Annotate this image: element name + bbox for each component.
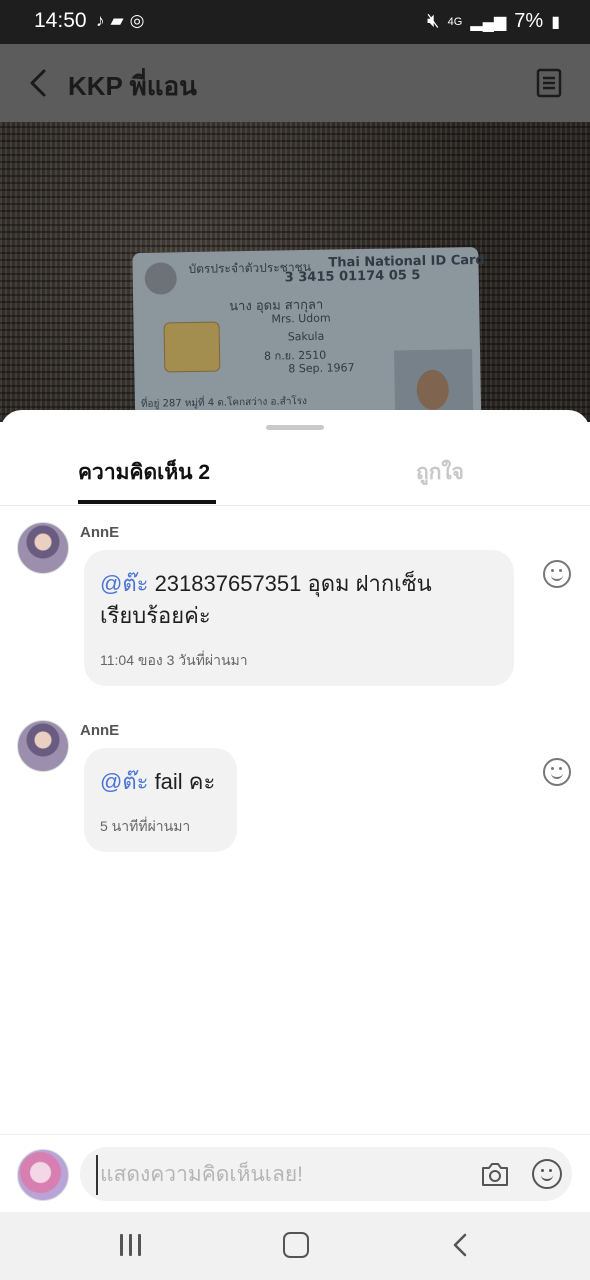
id-card-chip: [163, 321, 221, 373]
comment-item: AnnE @ต๊ะ 231837657351 อุดม ฝากเซ็น เรีย…: [0, 520, 590, 700]
battery-label: 7%: [514, 10, 544, 32]
back-arrow-icon[interactable]: [24, 66, 54, 100]
notes-icon[interactable]: [536, 68, 562, 98]
avatar[interactable]: [17, 720, 69, 772]
comment-text: @ต๊ะ 231837657351 อุดม ฝากเซ็น เรียบร้อย…: [100, 568, 432, 632]
avatar[interactable]: [17, 522, 69, 574]
comment-input[interactable]: [96, 1155, 462, 1195]
mention-link[interactable]: @ต๊ะ: [100, 571, 148, 596]
comment-composer: [0, 1134, 590, 1213]
id-card-dob-en: 8 Sep. 1967: [288, 361, 355, 376]
id-card-name-en: Mrs. Udom: [271, 311, 331, 326]
sheet-tabs: ความคิดเห็น 2 ถูกใจ: [0, 442, 590, 506]
active-tab-indicator: [78, 500, 216, 504]
comment-bubble: @ต๊ะ 231837657351 อุดม ฝากเซ็น เรียบร้อย…: [84, 550, 514, 686]
tiktok-icon: ♪: [96, 11, 105, 30]
chat-title: KKP พี่แอน: [68, 71, 197, 101]
system-nav-bar: [0, 1212, 590, 1280]
status-bar: 14:50 ♪ ▰ ◎ 🔇︎ 4G ▂▄▆ 7% ▮: [0, 0, 590, 44]
comment-item: AnnE @ต๊ะ fail คะ 5 นาทีที่ผ่านมา: [0, 718, 590, 868]
mention-link[interactable]: @ต๊ะ: [100, 769, 148, 794]
comment-body: 231837657351 อุดม ฝากเซ็น: [154, 571, 432, 596]
home-icon[interactable]: [283, 1232, 309, 1258]
comment-body: fail คะ: [154, 769, 216, 794]
recents-icon[interactable]: [118, 1234, 144, 1256]
mute-icon: 🔇︎: [427, 10, 440, 32]
comment-bubble: @ต๊ะ fail คะ 5 นาทีที่ผ่านมา: [84, 748, 237, 852]
react-smiley-icon[interactable]: [543, 560, 571, 588]
comment-input-box: [80, 1147, 572, 1201]
comment-text: @ต๊ะ fail คะ: [100, 766, 215, 798]
comment-timestamp: 5 นาทีที่ผ่านมา: [100, 818, 191, 834]
comment-body-line2: เรียบร้อยค่ะ: [100, 603, 211, 628]
system-back-icon[interactable]: [452, 1232, 468, 1258]
status-right: 🔇︎ 4G ▂▄▆ 7% ▮: [427, 10, 560, 33]
my-avatar: [17, 1149, 69, 1201]
react-smiley-icon[interactable]: [543, 758, 571, 786]
network-label: 4G: [447, 15, 463, 28]
camera-icon[interactable]: [480, 1160, 510, 1188]
emblem-icon: [144, 262, 178, 295]
id-card-lastname-en: Sakula: [287, 329, 325, 344]
tab-likes[interactable]: ถูกใจ: [416, 456, 464, 489]
message-icon: ▰: [110, 11, 124, 30]
signal-icon: ▂▄▆: [470, 13, 507, 31]
sync-icon: ◎: [129, 11, 145, 30]
comment-username[interactable]: AnnE: [80, 524, 119, 541]
notification-icons: ♪ ▰ ◎: [96, 11, 144, 31]
id-card-number: 3 3415 01174 05 5: [284, 268, 421, 286]
tab-comments[interactable]: ความคิดเห็น 2: [78, 456, 210, 489]
battery-icon: ▮: [551, 13, 560, 31]
chat-header: KKP พี่แอน: [0, 44, 590, 122]
id-card-image: บัตรประจำตัวประชาชน Thai National ID Car…: [132, 246, 485, 422]
emoji-icon[interactable]: [532, 1159, 562, 1189]
sheet-drag-handle[interactable]: [266, 425, 324, 430]
comment-timestamp: 11:04 ของ 3 วันที่ผ่านมา: [100, 652, 248, 668]
status-time: 14:50: [34, 9, 87, 32]
comment-username[interactable]: AnnE: [80, 722, 119, 739]
post-photo[interactable]: บัตรประจำตัวประชาชน Thai National ID Car…: [0, 122, 590, 422]
